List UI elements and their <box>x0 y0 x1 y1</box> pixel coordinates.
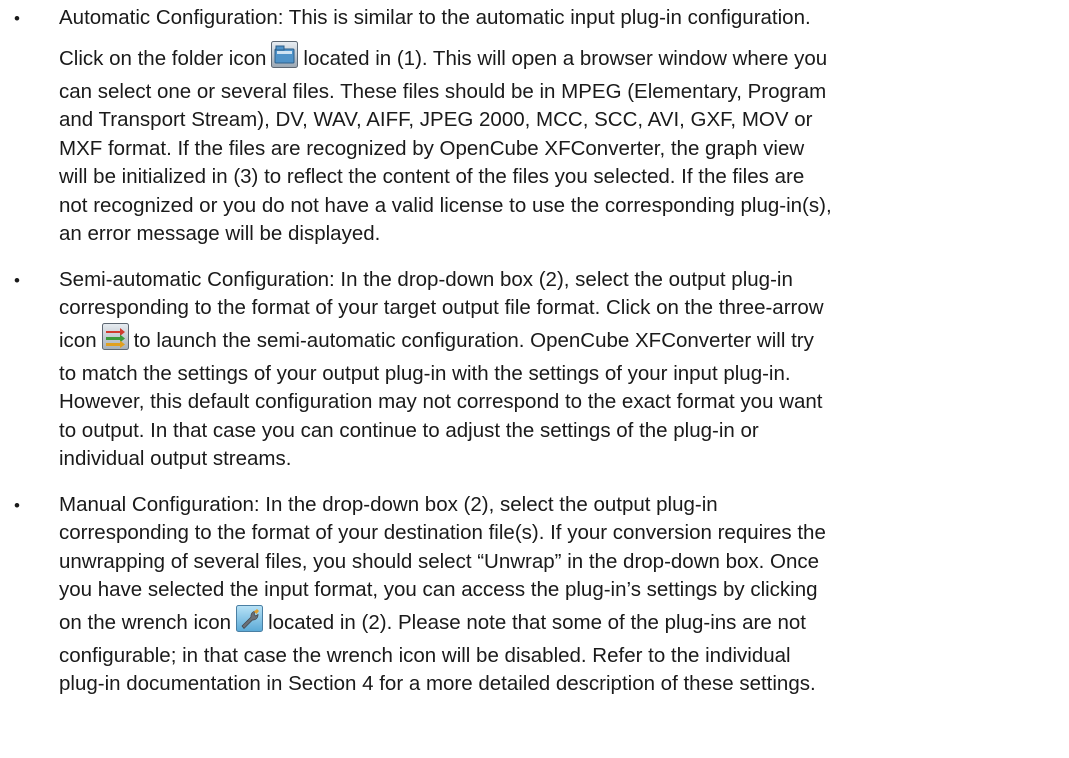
paragraph-line: corresponding to the format of your dest… <box>59 521 826 544</box>
paragraph-line: MXF format. If the files are recognized … <box>59 136 805 160</box>
paragraph-line: can select one or several files. These f… <box>59 79 827 103</box>
paragraph-line: corresponding to the format of your targ… <box>59 296 824 319</box>
paragraph-line: and Transport Stream), DV, WAV, AIFF, JP… <box>59 108 813 131</box>
list-item-semi-automatic-configuration: • Semi-automatic Configuration: In the d… <box>0 266 1069 474</box>
text-fragment: to launch the semi-automatic configurati… <box>133 328 814 352</box>
text-fragment: Click on the folder icon <box>59 46 267 70</box>
list-item-automatic-configuration: • Automatic Configuration: This is simil… <box>0 4 1069 249</box>
paragraph-line: configurable; in that case the wrench ic… <box>59 643 791 667</box>
paragraph-line: to output. In that case you can continue… <box>59 418 759 442</box>
bullet-marker: • <box>14 9 20 28</box>
paragraph-line: Semi-automatic Configuration: In the dro… <box>59 267 793 291</box>
paragraph-line: will be initialized in (3) to reflect th… <box>59 165 805 188</box>
three-arrow-icon <box>101 322 129 350</box>
paragraph-line: However, this default configuration may … <box>59 390 823 413</box>
document-body: • Automatic Configuration: This is simil… <box>0 0 1069 699</box>
list-item-manual-configuration: • Manual Configuration: In the drop-down… <box>0 491 1069 699</box>
wrench-icon <box>236 604 264 632</box>
paragraph-line-with-icon: Click on the folder icon located in (1).… <box>59 40 1059 78</box>
paragraph-line: unwrapping of several files, you should … <box>59 549 820 573</box>
paragraph-line-with-icon: icon to launch the semi-automatic config… <box>59 322 1059 360</box>
paragraph-line-with-icon: on the wrench icon located in (2). Pleas… <box>59 604 1059 642</box>
paragraph-line: an error message will be displayed. <box>59 222 381 245</box>
bullet-marker: • <box>14 495 20 515</box>
folder-icon <box>271 40 299 68</box>
paragraph-line: not recognized or you do not have a vali… <box>59 193 832 217</box>
paragraph-line: Manual Configuration: In the drop-down b… <box>59 492 718 516</box>
text-fragment: located in (1). This will open a browser… <box>303 46 828 70</box>
text-fragment: icon <box>59 328 97 352</box>
text-fragment: located in (2). Please note that some of… <box>268 610 806 634</box>
paragraph-line: you have selected the input format, you … <box>59 578 818 601</box>
paragraph-line: individual output streams. <box>59 447 292 470</box>
paragraph-line: Automatic Configuration: This is similar… <box>59 6 811 29</box>
paragraph-line: to match the settings of your output plu… <box>59 361 791 385</box>
paragraph-line: plug-in documentation in Section 4 for a… <box>59 672 816 695</box>
text-fragment: on the wrench icon <box>59 610 232 634</box>
bullet-marker: • <box>14 270 20 290</box>
